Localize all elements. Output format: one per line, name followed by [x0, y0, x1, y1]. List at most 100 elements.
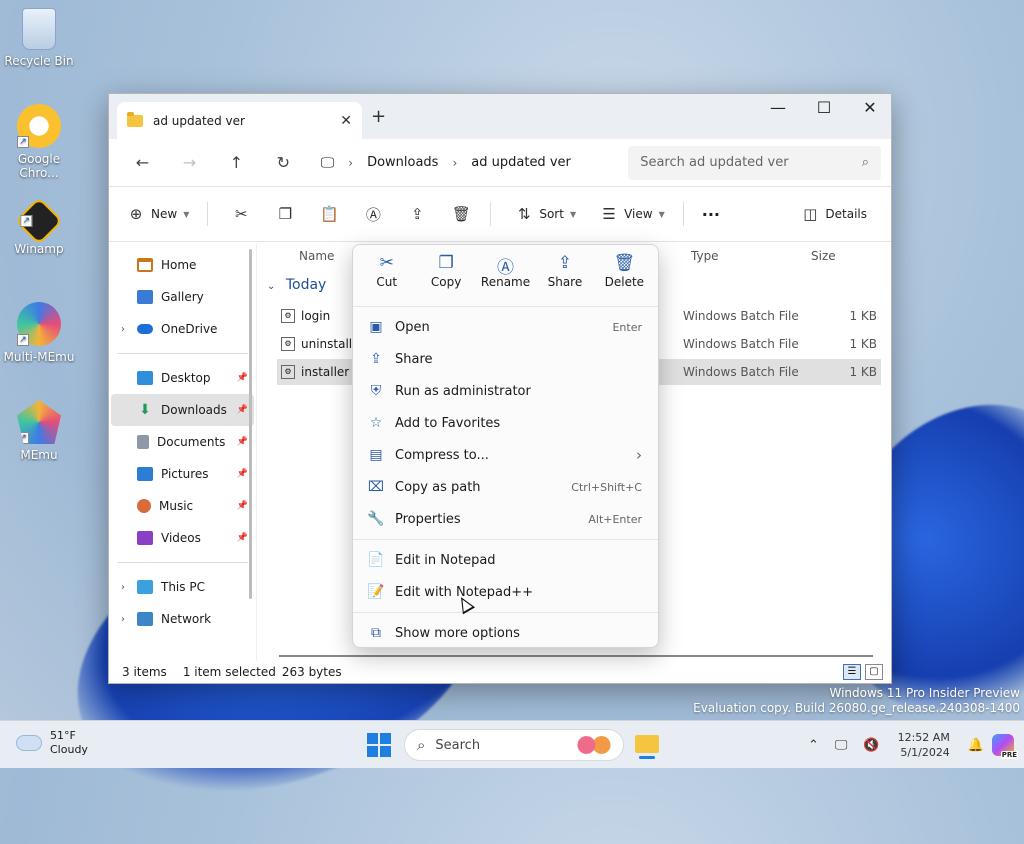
menu-item-label: Copy as path: [395, 479, 481, 495]
batch-file-icon: ⚙: [281, 365, 295, 379]
copy-icon: ❐: [438, 253, 454, 273]
tiles-view-icon[interactable]: ▢: [865, 664, 883, 680]
close-button[interactable]: ✕: [847, 98, 893, 117]
menu-item-edit-in-notepad[interactable]: 📄 Edit in Notepad: [353, 544, 658, 576]
share-icon[interactable]: ⇪: [402, 205, 432, 223]
sidebar-item-this-pc[interactable]: › This PC: [111, 571, 254, 603]
sidebar-item-network[interactable]: › Network: [111, 603, 254, 635]
details-view-icon[interactable]: ☰: [843, 664, 861, 680]
breadcrumb-downloads[interactable]: Downloads: [367, 155, 438, 170]
windows-logo-pane: [380, 746, 391, 757]
weather-widget[interactable]: 51°F Cloudy: [16, 729, 88, 757]
paste-icon[interactable]: 📋: [314, 205, 344, 223]
menu-item-compress-to[interactable]: ▤ Compress to... ›: [353, 439, 658, 471]
desktop-icon-winamp[interactable]: ↗ Winamp: [1, 196, 77, 256]
delete-icon[interactable]: 🗑: [446, 205, 476, 223]
desktop-icon-recycle-bin[interactable]: Recycle Bin: [1, 8, 77, 68]
sidebar-item-desktop[interactable]: Desktop 📌: [111, 362, 254, 394]
sidebar-item-documents[interactable]: Documents 📌: [111, 426, 254, 458]
horizontal-scrollbar[interactable]: [279, 655, 873, 657]
sidebar-item-music[interactable]: Music 📌: [111, 490, 254, 522]
more-options-icon: ⧉: [371, 625, 381, 641]
sort-button[interactable]: ⇅ Sort ▼: [509, 205, 576, 223]
new-tab-icon[interactable]: +: [371, 106, 386, 127]
up-arrow-icon[interactable]: ↑: [213, 153, 260, 172]
cut-icon[interactable]: ✂: [226, 205, 256, 223]
rename-icon[interactable]: Ⓐ: [358, 204, 388, 225]
more-options-button[interactable]: ···: [702, 205, 720, 224]
breadcrumb-ad-updated-ver[interactable]: ad updated ver: [471, 155, 571, 170]
recycle-bin-icon: [22, 8, 56, 50]
chevron-up-icon[interactable]: ⌃: [808, 738, 819, 753]
start-button[interactable]: [367, 733, 391, 757]
sidebar-item-downloads[interactable]: ⬇ Downloads 📌: [111, 394, 254, 426]
menu-item-run-as-admin[interactable]: ⛨ Run as administrator: [353, 375, 658, 407]
batch-file-icon: ⚙: [281, 309, 295, 323]
menu-item-add-to-favorites[interactable]: ☆ Add to Favorites: [353, 407, 658, 439]
chevron-right-icon[interactable]: ›: [121, 582, 125, 593]
chevron-right-icon: ›: [348, 155, 354, 170]
menu-item-edit-with-notepad-plus-plus[interactable]: 📝 Edit with Notepad++: [353, 576, 658, 608]
menu-item-share[interactable]: ⇪ Share: [353, 343, 658, 375]
new-button[interactable]: ⊕ New ▼: [121, 205, 190, 223]
toolbar-divider: [682, 202, 684, 226]
sidebar-item-label: Network: [161, 612, 212, 626]
tab-close-icon[interactable]: ✕: [340, 113, 352, 129]
ctx-copy-button[interactable]: ❐ Copy: [416, 253, 475, 306]
shield-icon: ⛨: [370, 383, 382, 399]
status-item-count: 3 items: [122, 665, 167, 679]
group-header-today[interactable]: ⌄ Today: [267, 277, 326, 293]
chevron-right-icon[interactable]: ›: [121, 614, 125, 625]
ctx-rename-button[interactable]: Ⓐ Rename: [476, 253, 535, 306]
taskbar-search[interactable]: ⌕ Search: [404, 729, 624, 761]
tab-ad-updated-ver[interactable]: ad updated ver ✕: [117, 102, 362, 139]
pin-icon: 📌: [236, 405, 248, 415]
sidebar-item-pictures[interactable]: Pictures 📌: [111, 458, 254, 490]
desktop-icon-chrome[interactable]: ↗ Google Chro...: [1, 104, 77, 180]
speaker-muted-icon[interactable]: 🔇: [863, 738, 879, 753]
sidebar-item-gallery[interactable]: Gallery: [111, 281, 254, 313]
chevron-right-icon[interactable]: ›: [121, 324, 125, 335]
sidebar-item-onedrive[interactable]: › OneDrive: [111, 313, 254, 345]
menu-item-show-more-options[interactable]: ⧉ Show more options: [353, 617, 658, 649]
column-type[interactable]: Type: [691, 249, 719, 263]
search-input[interactable]: Search ad updated ver: [640, 155, 862, 170]
sidebar-item-label: Music: [159, 499, 194, 513]
ctx-share-button[interactable]: ⇪ Share: [535, 253, 594, 306]
sidebar-item-home[interactable]: Home: [111, 249, 254, 281]
breadcrumb[interactable]: 🖵 › Downloads › ad updated ver: [313, 147, 616, 179]
forward-arrow-icon[interactable]: →: [166, 153, 213, 172]
desktop-icon-multi-memu[interactable]: ↗ Multi-MEmu: [1, 302, 77, 364]
plus-circle-icon: ⊕: [129, 205, 143, 223]
desktop-icon-memu[interactable]: ↗ MEmu: [1, 400, 77, 462]
refresh-icon[interactable]: ↻: [260, 153, 307, 172]
menu-item-label: Share: [395, 351, 433, 367]
ctx-delete-button[interactable]: 🗑 Delete: [595, 253, 654, 306]
copilot-icon[interactable]: PRE: [992, 734, 1018, 759]
menu-item-open[interactable]: ▣ Open Enter: [353, 311, 658, 343]
file-size: 1 KB: [849, 309, 877, 323]
context-menu: ✂ Cut ❐ Copy Ⓐ Rename ⇪ Share 🗑 Delete ▣ Open E…: [352, 244, 659, 648]
menu-item-properties[interactable]: 🔧 Properties Alt+Enter: [353, 503, 658, 535]
sidebar-item-videos[interactable]: Videos 📌: [111, 522, 254, 554]
clock[interactable]: 12:52 AM 5/1/2024: [898, 730, 950, 760]
back-arrow-icon[interactable]: ←: [119, 153, 166, 172]
minimize-button[interactable]: —: [755, 98, 801, 117]
ctx-cut-button[interactable]: ✂ Cut: [357, 253, 416, 306]
taskbar-file-explorer[interactable]: [632, 731, 662, 759]
sidebar-scrollbar[interactable]: [249, 249, 252, 599]
column-size[interactable]: Size: [811, 249, 836, 263]
column-name[interactable]: Name: [299, 249, 334, 263]
chevron-right-icon: ›: [636, 446, 642, 464]
file-size: 1 KB: [849, 365, 877, 379]
view-button[interactable]: ☰ View ▼: [594, 205, 664, 223]
network-monitor-icon[interactable]: 🖵: [835, 738, 848, 753]
windows-logo-pane: [380, 733, 391, 744]
details-button[interactable]: ◫ Details: [795, 205, 867, 223]
copy-icon[interactable]: ❐: [270, 205, 300, 223]
bell-icon[interactable]: 🔔: [968, 738, 984, 753]
maximize-button[interactable]: ☐: [801, 98, 847, 117]
batch-file-icon: ⚙: [281, 337, 295, 351]
menu-item-copy-as-path[interactable]: ⌧ Copy as path Ctrl+Shift+C: [353, 471, 658, 503]
search-box[interactable]: Search ad updated ver ⌕: [628, 145, 882, 180]
